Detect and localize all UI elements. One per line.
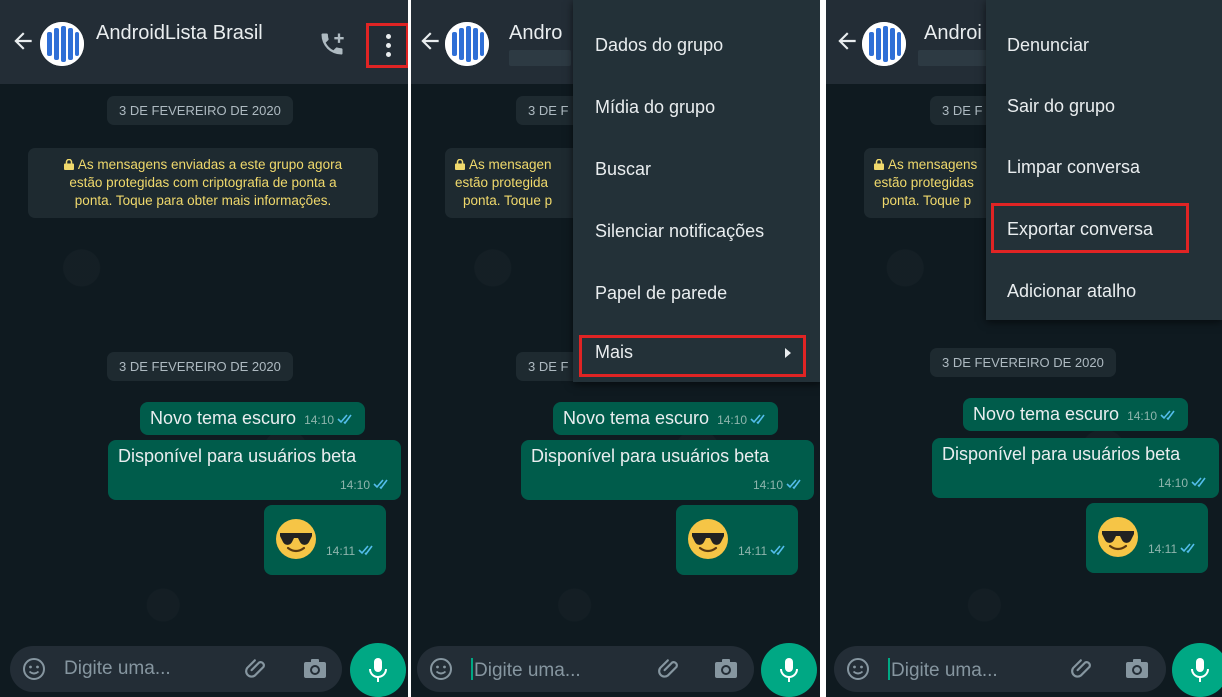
read-ticks-icon (1160, 410, 1175, 421)
voice-message-button[interactable] (350, 643, 406, 697)
date-chip: 3 DE F (516, 96, 581, 125)
camera-icon[interactable] (302, 657, 328, 681)
message-text: Novo tema escuro (150, 408, 297, 428)
message-text: Novo tema escuro (563, 408, 710, 428)
emoji-icon[interactable] (429, 657, 453, 681)
sunglasses-emoji-icon (276, 519, 316, 559)
group-title[interactable]: Androi (924, 22, 982, 45)
outgoing-emoji-message[interactable]: 14:11 (264, 505, 387, 575)
message-time: 14:10 (339, 478, 370, 492)
text-caret (888, 658, 890, 680)
group-avatar[interactable] (40, 22, 84, 66)
message-text: Novo tema escuro (973, 404, 1120, 424)
lock-icon (874, 159, 884, 170)
panel-more-submenu: Androi 3 DE F As mensagens estão protegi… (826, 0, 1222, 697)
emoji-icon[interactable] (846, 657, 870, 681)
lock-icon (63, 159, 74, 170)
date-chip: 3 DE FEVEREIRO DE 2020 (107, 352, 293, 381)
outgoing-message[interactable]: Novo tema escuro 14:10 (553, 402, 779, 435)
group-avatar[interactable] (862, 22, 906, 66)
outgoing-message[interactable]: Disponível para usuários beta 14:10 (108, 440, 401, 500)
text-caret (471, 658, 473, 680)
read-ticks-icon (1180, 543, 1195, 554)
voice-message-button[interactable] (1172, 643, 1222, 697)
date-chip: 3 DE F (516, 352, 581, 381)
highlight-box (579, 335, 806, 377)
outgoing-message[interactable]: Novo tema escuro 14:10 (963, 398, 1189, 431)
back-arrow-icon[interactable] (834, 28, 860, 54)
message-input-bar[interactable]: Digite uma... (417, 646, 754, 692)
overflow-menu: Dados do grupo Mídia do grupo Buscar Sil… (573, 0, 820, 382)
message-time: 14:10 (717, 413, 748, 427)
panel-chat-view: AndroidLista Brasil 3 DE FEVEREIRO DE 20… (0, 0, 408, 697)
read-ticks-icon (750, 414, 765, 425)
camera-icon[interactable] (713, 657, 739, 681)
message-time: 14:10 (304, 413, 335, 427)
microphone-icon (1191, 658, 1209, 682)
message-input[interactable]: Digite uma... (471, 658, 581, 682)
message-input-bar[interactable]: Digite uma... (10, 646, 342, 692)
attach-icon[interactable] (1070, 656, 1096, 682)
sunglasses-emoji-icon (688, 519, 728, 559)
camera-icon[interactable] (1124, 657, 1150, 681)
group-avatar[interactable] (445, 22, 489, 66)
outgoing-emoji-message[interactable]: 14:11 (1086, 503, 1209, 573)
read-ticks-icon (358, 545, 373, 556)
group-subtitle (96, 50, 286, 66)
message-time: 14:11 (1148, 542, 1178, 556)
message-time: 14:11 (738, 544, 768, 558)
more-submenu: Denunciar Sair do grupo Limpar conversa … (986, 0, 1222, 320)
lock-icon (455, 159, 465, 170)
outgoing-emoji-message[interactable]: 14:11 (676, 505, 799, 575)
emoji-icon[interactable] (22, 657, 46, 681)
read-ticks-icon (373, 479, 388, 490)
panel-main-menu: Andro 3 DE F As mensagen estão protegida… (411, 0, 820, 697)
encryption-notice[interactable]: As mensagens enviadas a este grupo agora… (28, 148, 378, 218)
message-input[interactable]: Digite uma... (64, 658, 171, 680)
outgoing-message[interactable]: Novo tema escuro 14:10 (140, 402, 366, 435)
outgoing-message[interactable]: Disponível para usuários beta 14:10 (521, 440, 814, 500)
group-subtitle (509, 50, 571, 66)
microphone-icon (780, 658, 798, 682)
message-time: 14:11 (326, 544, 356, 558)
back-arrow-icon[interactable] (10, 28, 36, 54)
group-subtitle (918, 50, 988, 66)
add-call-icon[interactable] (318, 30, 346, 58)
group-title[interactable]: Andro (509, 22, 562, 45)
read-ticks-icon (337, 414, 352, 425)
microphone-icon (369, 658, 387, 682)
chat-header: AndroidLista Brasil (0, 0, 408, 84)
read-ticks-icon (786, 479, 801, 490)
message-text: Disponível para usuários beta (531, 446, 770, 466)
sunglasses-emoji-icon (1098, 517, 1138, 557)
more-vert-icon (383, 34, 393, 60)
group-title[interactable]: AndroidLista Brasil (96, 22, 263, 45)
outgoing-message[interactable]: Disponível para usuários beta 14:10 (932, 438, 1219, 498)
message-time: 14:10 (1127, 409, 1158, 423)
date-chip: 3 DE FEVEREIRO DE 2020 (107, 96, 293, 125)
highlight-box (991, 203, 1189, 253)
voice-message-button[interactable] (761, 643, 817, 697)
read-ticks-icon (1191, 477, 1206, 488)
message-time: 14:10 (752, 478, 783, 492)
back-arrow-icon[interactable] (417, 28, 443, 54)
panel-divider (820, 0, 826, 697)
attach-icon[interactable] (657, 656, 683, 682)
message-input[interactable]: Digite uma... (888, 658, 998, 682)
date-chip: 3 DE FEVEREIRO DE 2020 (930, 348, 1116, 377)
read-ticks-icon (770, 545, 785, 556)
message-text: Disponível para usuários beta (118, 446, 357, 466)
message-time: 14:10 (1157, 476, 1188, 490)
overflow-menu-button[interactable] (366, 23, 408, 68)
message-text: Disponível para usuários beta (942, 444, 1181, 464)
date-chip: 3 DE F (930, 96, 995, 125)
attach-icon[interactable] (244, 656, 270, 682)
message-input-bar[interactable]: Digite uma... (834, 646, 1166, 692)
panel-divider (408, 0, 411, 697)
